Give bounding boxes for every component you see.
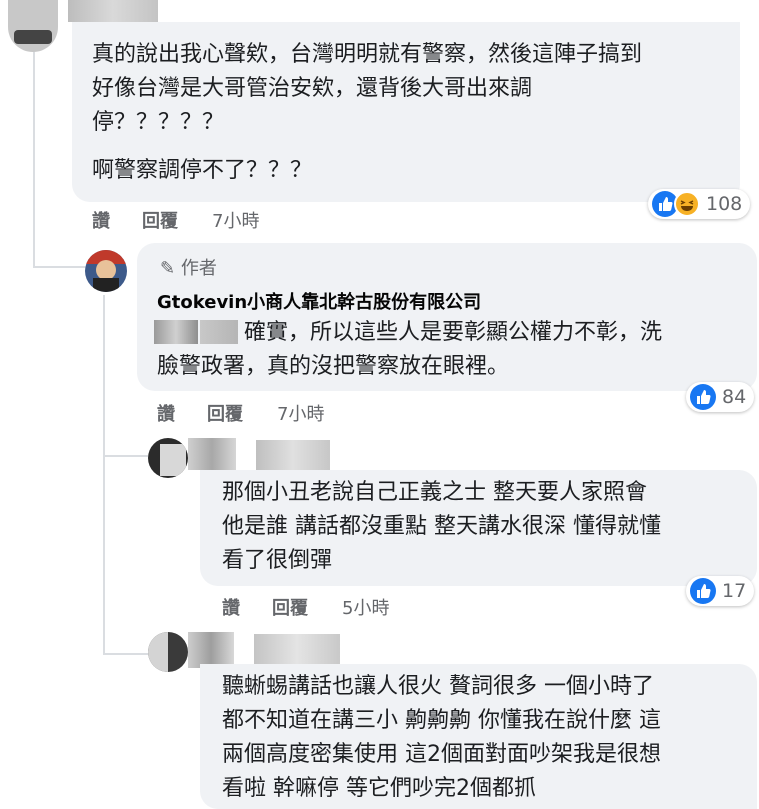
reaction-count: 108: [706, 193, 743, 215]
comment-text-line: 看了很倒彈: [222, 548, 333, 573]
like-button[interactable]: 讚: [157, 400, 175, 426]
comment-text-line: 他是誰 講話都沒重點 整天講水很深 懂得就懂: [222, 514, 661, 539]
blurred-username: [254, 634, 340, 664]
timestamp[interactable]: 7小時: [212, 207, 259, 233]
comment-text-line: 臉警政署，真的沒把警察放在眼裡。: [157, 354, 510, 379]
like-button[interactable]: 讚: [222, 594, 240, 620]
reaction-count: 17: [722, 580, 747, 602]
author-name[interactable]: Gtokevin小商人靠北幹古股份有限公司: [157, 288, 481, 314]
pencil-icon: ✎: [160, 258, 176, 279]
author-badge-label: 作者: [180, 258, 217, 279]
comment-text-line: 都不知道在講三小 齁齁齁 你懂我在說什麼 這: [222, 708, 661, 733]
comment-text-line: 看啦 幹嘛停 等它們吵完2個都抓: [222, 776, 536, 801]
avatar[interactable]: [8, 0, 58, 52]
reaction-count: 84: [722, 386, 747, 408]
comment-text-line: 啊警察調停不了？？？: [92, 158, 313, 183]
avatar[interactable]: [148, 438, 188, 478]
reply-button[interactable]: 回覆: [272, 594, 308, 620]
thread-line: [103, 295, 105, 655]
blurred-username: [68, 0, 158, 22]
blurred-username: [188, 438, 236, 470]
comment-text-line: 聽蜥蜴講話也讓人很火 贅詞很多 一個小時了: [222, 674, 654, 699]
timestamp[interactable]: 5小時: [342, 594, 389, 620]
like-icon: [690, 384, 716, 410]
comment-text-line: 好像台灣是大哥管治安欸，還背後大哥出來調: [92, 76, 533, 101]
blurred-mention: [154, 320, 198, 344]
comment-text-line: 兩個高度密集使用 這2個面對面吵架我是很想: [222, 742, 661, 767]
thread-line: [103, 653, 148, 655]
like-button[interactable]: 讚: [92, 207, 110, 233]
author-badge: ✎ 作者: [160, 254, 217, 280]
comment-text-line: 停？？？？？: [92, 110, 225, 135]
reaction-summary[interactable]: 108: [648, 189, 751, 219]
blurred-mention: [200, 320, 238, 344]
comment-actions: 讚 回覆 7小時: [157, 400, 457, 426]
thread-line: [33, 40, 35, 268]
reaction-summary[interactable]: 17: [686, 576, 755, 606]
comment-actions: 讚 回覆 7小時: [92, 207, 392, 233]
comment-text-line: 那個小丑老說自己正義之士 整天要人家照會: [222, 480, 647, 505]
reaction-summary[interactable]: 84: [686, 382, 755, 412]
avatar[interactable]: [148, 632, 188, 672]
avatar[interactable]: [85, 250, 127, 292]
timestamp[interactable]: 7小時: [277, 400, 324, 426]
comment-text-line: 真的說出我心聲欸，台灣明明就有警察，然後這陣子搞到: [92, 42, 643, 67]
blurred-username: [256, 440, 330, 472]
comment-text-line: 確實，所以這些人是要彰顯公權力不彰，洗: [244, 320, 663, 345]
haha-icon: [674, 191, 700, 217]
reply-button[interactable]: 回覆: [142, 207, 178, 233]
comment-actions: 讚 回覆 5小時: [222, 594, 522, 620]
blurred-username: [188, 632, 234, 668]
thread-line: [103, 455, 148, 457]
thread-line: [33, 266, 85, 268]
reply-button[interactable]: 回覆: [207, 400, 243, 426]
like-icon: [690, 578, 716, 604]
